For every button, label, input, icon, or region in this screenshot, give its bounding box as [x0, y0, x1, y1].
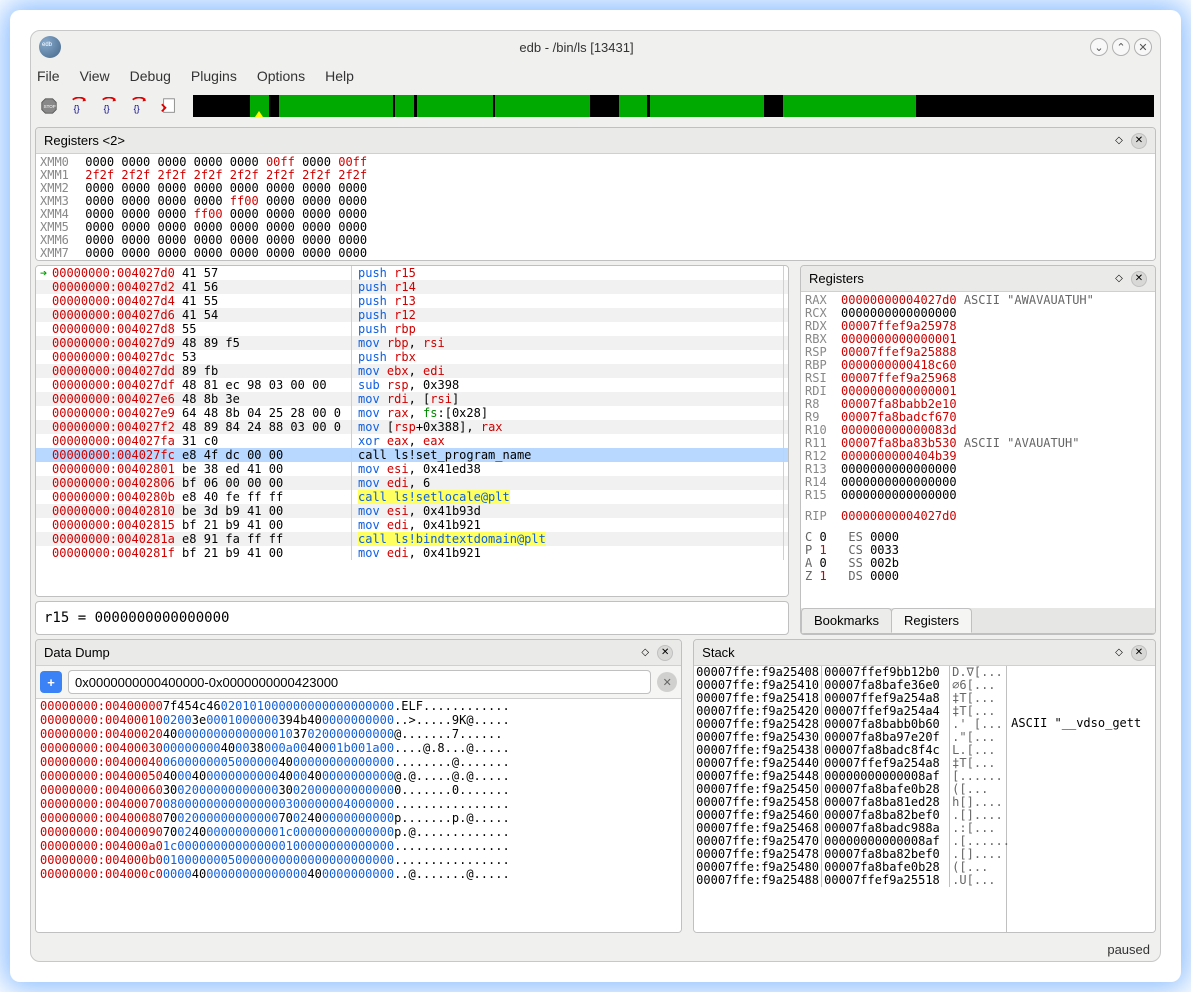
menu-debug[interactable]: Debug — [130, 68, 171, 84]
dump-address-input[interactable] — [68, 670, 651, 694]
svg-text:{}: {} — [74, 103, 80, 113]
disasm-row[interactable]: 00000000:004027df 48 81 ec 98 03 00 00su… — [36, 378, 788, 392]
run-to-cursor-icon[interactable] — [157, 94, 181, 118]
status-text: paused — [1107, 942, 1150, 957]
close-panel-icon[interactable]: ✕ — [657, 645, 673, 661]
data-dump-panel: Data Dump ◇ ✕ + ✕ 00000000:00400000 7f 4… — [35, 639, 682, 933]
memory-map-bar[interactable] — [193, 95, 1154, 117]
disasm-row[interactable]: 00000000:004027dc 53push rbx — [36, 350, 788, 364]
disasm-row[interactable]: 00000000:004027d9 48 89 f5mov rbp, rsi — [36, 336, 788, 350]
dump-row[interactable]: 00000000:00400070 08 00 00 00 00 00 00 0… — [36, 797, 681, 811]
xmm-row: XMM7 0000 0000 0000 0000 0000 0000 0000 … — [40, 247, 1151, 260]
disasm-row[interactable]: 00000000:0040281a e8 91 fa ff ffcall ls!… — [36, 532, 788, 546]
disasm-row[interactable]: 00000000:004027e9 64 48 8b 04 25 28 00 0… — [36, 406, 788, 420]
diamond-icon[interactable]: ◇ — [637, 645, 653, 661]
status-bar: paused — [31, 937, 1160, 961]
disasm-row[interactable]: 00000000:004027d6 41 54push r12 — [36, 308, 788, 322]
minimize-button[interactable]: ⌄ — [1090, 38, 1108, 56]
registers-panel: Registers ◇ ✕ RAX00000000004027d0 ASCII … — [800, 265, 1156, 635]
dump-row[interactable]: 00000000:004000a0 1c 00 00 00 00 00 00 0… — [36, 839, 681, 853]
registers-tabs: Bookmarks Registers — [801, 608, 1155, 634]
diamond-icon[interactable]: ◇ — [1111, 271, 1127, 287]
xmm-panel-title: Registers <2> — [44, 133, 1107, 148]
titlebar: edb - /bin/ls [13431] ⌄ ⌃ ✕ — [31, 31, 1160, 63]
dump-row[interactable]: 00000000:00400080 70 02 00 00 00 00 00 0… — [36, 811, 681, 825]
stack-annotation: ASCII "__vdso_gett — [1007, 666, 1155, 932]
svg-text:{}: {} — [104, 103, 110, 113]
close-panel-icon[interactable]: ✕ — [1131, 645, 1147, 661]
menu-file[interactable]: File — [37, 68, 60, 84]
disasm-row[interactable]: 00000000:004027d8 55push rbp — [36, 322, 788, 336]
stack-panel: Stack ◇ ✕ 00007ffe:f9a2540800007ffef9bb1… — [693, 639, 1156, 933]
dump-row[interactable]: 00000000:00400060 30 02 00 00 00 00 00 0… — [36, 783, 681, 797]
menubar: File View Debug Plugins Options Help — [31, 63, 1160, 89]
menu-view[interactable]: View — [80, 68, 110, 84]
disasm-row[interactable]: 00000000:004027f2 48 89 84 24 88 03 00 0… — [36, 420, 788, 434]
dump-row[interactable]: 00000000:00400050 40 00 40 00 00 00 00 0… — [36, 769, 681, 783]
disasm-row[interactable]: 00000000:00402806 bf 06 00 00 00mov edi,… — [36, 476, 788, 490]
disasm-row[interactable]: 00000000:004027fc e8 4f dc 00 00call ls!… — [36, 448, 788, 462]
disasm-row[interactable]: 00000000:004027d4 41 55push r13 — [36, 294, 788, 308]
disasm-row[interactable]: 00000000:004027fa 31 c0xor eax, eax — [36, 434, 788, 448]
close-button[interactable]: ✕ — [1134, 38, 1152, 56]
dump-row[interactable]: 00000000:004000c0 00 00 40 00 00 00 00 0… — [36, 867, 681, 881]
step-over-icon[interactable]: {} — [97, 94, 121, 118]
xmm-registers-panel: Registers <2> ◇ ✕ XMM0 0000 0000 0000 00… — [35, 127, 1156, 261]
svg-text:{}: {} — [134, 103, 140, 113]
tab-bookmarks[interactable]: Bookmarks — [801, 608, 892, 633]
register-value-box: r15 = 0000000000000000 — [35, 601, 789, 635]
disassembly-panel: ➔00000000:004027d0 41 57push r1500000000… — [35, 265, 789, 597]
disasm-row[interactable]: 00000000:004027d2 41 56push r14 — [36, 280, 788, 294]
disasm-row[interactable]: 00000000:0040281f bf 21 b9 41 00mov edi,… — [36, 546, 788, 560]
add-dump-button[interactable]: + — [40, 671, 62, 693]
svg-text:STOP: STOP — [44, 104, 56, 109]
close-panel-icon[interactable]: ✕ — [1131, 271, 1147, 287]
app-icon — [39, 36, 61, 58]
disasm-row[interactable]: 00000000:00402815 bf 21 b9 41 00mov edi,… — [36, 518, 788, 532]
disasm-row[interactable]: 00000000:00402810 be 3d b9 41 00mov esi,… — [36, 504, 788, 518]
step-out-icon[interactable]: {} — [127, 94, 151, 118]
menu-plugins[interactable]: Plugins — [191, 68, 237, 84]
registers-panel-title: Registers — [809, 271, 1107, 286]
dump-row[interactable]: 00000000:00400000 7f 45 4c 46 02 01 01 0… — [36, 699, 681, 713]
disasm-row[interactable]: ➔00000000:004027d0 41 57push r15 — [36, 266, 788, 280]
diamond-icon[interactable]: ◇ — [1111, 645, 1127, 661]
dump-row[interactable]: 00000000:00400040 06 00 00 00 05 00 00 0… — [36, 755, 681, 769]
step-into-icon[interactable]: {} — [67, 94, 91, 118]
menu-options[interactable]: Options — [257, 68, 305, 84]
maximize-button[interactable]: ⌃ — [1112, 38, 1130, 56]
disasm-row[interactable]: 00000000:00402801 be 38 ed 41 00mov esi,… — [36, 462, 788, 476]
dump-row[interactable]: 00000000:00400020 40 00 00 00 00 00 00 0… — [36, 727, 681, 741]
dump-panel-title: Data Dump — [44, 645, 633, 660]
stack-row[interactable]: 00007ffe:f9a2548800007ffef9a25518.U[... — [694, 874, 1006, 887]
dump-row[interactable]: 00000000:00400010 02 00 3e 00 01 00 00 0… — [36, 713, 681, 727]
disasm-row[interactable]: 00000000:0040280b e8 40 fe ff ffcall ls!… — [36, 490, 788, 504]
menu-help[interactable]: Help — [325, 68, 354, 84]
tab-registers[interactable]: Registers — [891, 608, 972, 633]
close-panel-icon[interactable]: ✕ — [1131, 133, 1147, 149]
diamond-icon[interactable]: ◇ — [1111, 133, 1127, 149]
main-window: edb - /bin/ls [13431] ⌄ ⌃ ✕ File View De… — [30, 30, 1161, 962]
dump-row[interactable]: 00000000:00400030 00 00 00 00 40 00 38 0… — [36, 741, 681, 755]
register-row[interactable]: R150000000000000000 — [805, 489, 1151, 502]
dump-row[interactable]: 00000000:00400090 70 02 40 00 00 00 00 0… — [36, 825, 681, 839]
disasm-row[interactable]: 00000000:004027e6 48 8b 3emov rdi, [rsi] — [36, 392, 788, 406]
window-title: edb - /bin/ls [13431] — [67, 40, 1086, 55]
stack-panel-title: Stack — [702, 645, 1107, 660]
stop-icon[interactable]: STOP — [37, 94, 61, 118]
dump-row[interactable]: 00000000:004000b0 01 00 00 00 05 00 00 0… — [36, 853, 681, 867]
disasm-row[interactable]: 00000000:004027dd 89 fbmov ebx, edi — [36, 364, 788, 378]
toolbar: STOP {} {} {} — [31, 89, 1160, 123]
clear-address-icon[interactable]: ✕ — [657, 672, 677, 692]
